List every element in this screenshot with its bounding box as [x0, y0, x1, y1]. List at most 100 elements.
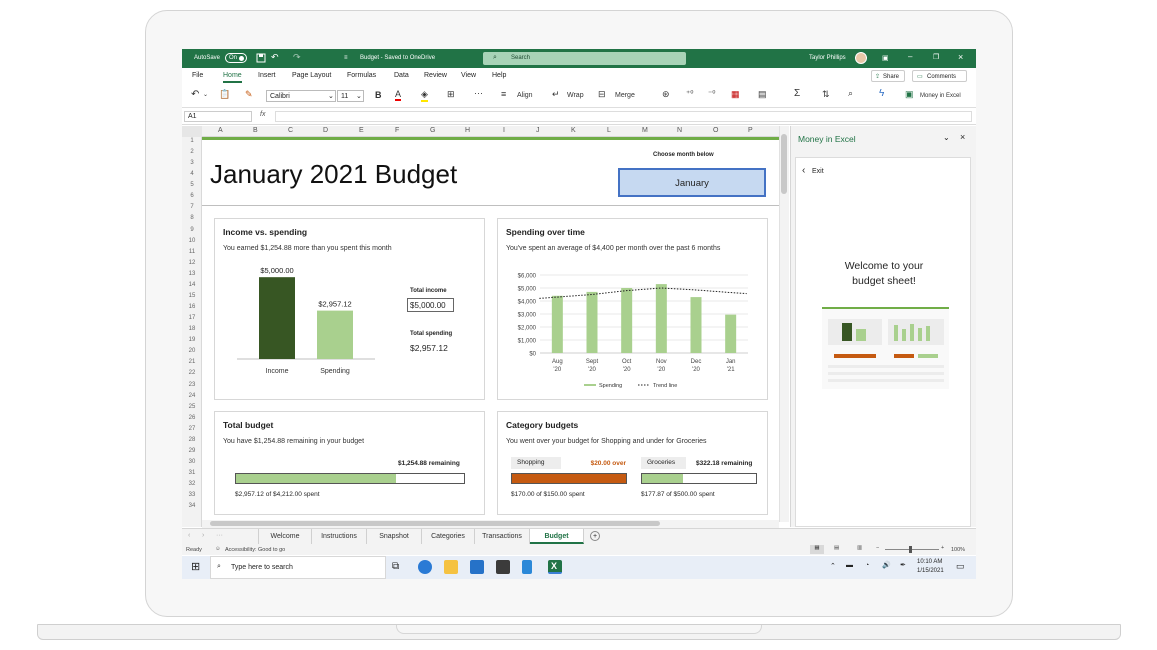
store-icon[interactable]	[496, 560, 510, 574]
merge-button[interactable]: Merge	[615, 92, 635, 99]
tab-scroll-left-icon[interactable]: ‹	[188, 532, 190, 539]
fill-color-icon[interactable]: ◈	[421, 89, 428, 102]
column-header[interactable]: I	[503, 127, 505, 134]
borders-icon[interactable]: ⊞	[447, 89, 455, 100]
row-header[interactable]: 25	[182, 404, 202, 410]
mail-icon[interactable]	[470, 560, 484, 574]
battery-icon[interactable]: ▬	[846, 562, 853, 569]
row-header[interactable]: 14	[182, 282, 202, 288]
row-header[interactable]: 23	[182, 382, 202, 388]
align-button[interactable]: Align	[517, 92, 533, 99]
column-header[interactable]: N	[677, 127, 682, 134]
tab-insert[interactable]: Insert	[258, 72, 276, 79]
column-header[interactable]: J	[536, 127, 540, 134]
row-header[interactable]: 26	[182, 415, 202, 421]
volume-icon[interactable]: 🔊	[882, 561, 891, 569]
column-header[interactable]: B	[253, 127, 258, 134]
column-header[interactable]: C	[288, 127, 293, 134]
close-icon[interactable]: ×	[958, 52, 963, 62]
row-header[interactable]: 31	[182, 470, 202, 476]
tab-more-icon[interactable]: ···	[216, 532, 223, 539]
column-header[interactable]: O	[713, 127, 718, 134]
minimize-icon[interactable]: –	[908, 52, 912, 61]
fx-button[interactable]: fx	[260, 111, 265, 118]
column-header[interactable]: E	[359, 127, 364, 134]
file-explorer-icon[interactable]	[444, 560, 458, 574]
column-header[interactable]: K	[571, 127, 576, 134]
row-header[interactable]: 22	[182, 370, 202, 376]
chevron-left-icon[interactable]: ‹	[802, 165, 805, 176]
scroll-thumb[interactable]	[210, 521, 660, 526]
edge-icon[interactable]	[418, 560, 432, 574]
find-icon[interactable]: ⌕	[848, 88, 853, 99]
ribbon-display-icon[interactable]: ▣	[882, 54, 889, 62]
row-header[interactable]: 18	[182, 326, 202, 332]
network-icon[interactable]: ◔	[865, 562, 869, 569]
font-color-icon[interactable]: A	[395, 89, 402, 101]
row-header[interactable]: 17	[182, 315, 202, 321]
name-box[interactable]: A1	[184, 111, 252, 122]
merge-icon[interactable]: ⊟	[598, 89, 606, 100]
tab-data[interactable]: Data	[394, 72, 409, 79]
tab-view[interactable]: View	[461, 72, 476, 79]
row-header[interactable]: 3	[182, 160, 202, 166]
zoom-out-icon[interactable]: −	[876, 545, 879, 551]
redo-icon[interactable]: ↷	[293, 52, 301, 63]
scroll-thumb[interactable]	[781, 134, 787, 194]
decrease-decimal-icon[interactable]: ⁻⁰	[708, 89, 715, 98]
column-header[interactable]: L	[607, 127, 611, 134]
font-size-select[interactable]: 11 ⌄	[337, 90, 364, 102]
restore-icon[interactable]: ❐	[933, 53, 939, 61]
sheet-tab-snapshot[interactable]: Snapshot	[367, 529, 422, 544]
undo-icon[interactable]: ↶	[271, 52, 279, 63]
excel-taskbar-icon[interactable]: X	[548, 560, 562, 574]
row-header[interactable]: 11	[182, 249, 202, 255]
windows-start-icon[interactable]: ⊞	[191, 560, 200, 573]
chevron-up-icon[interactable]: ⌃	[830, 562, 836, 570]
column-header[interactable]: A	[218, 127, 223, 134]
tab-scroll-right-icon[interactable]: ›	[202, 532, 204, 539]
row-header[interactable]: 21	[182, 359, 202, 365]
tab-formulas[interactable]: Formulas	[347, 72, 376, 79]
autosave-toggle[interactable]: On	[225, 53, 247, 63]
zoom-in-icon[interactable]: +	[941, 545, 944, 551]
formula-input[interactable]	[275, 111, 972, 122]
select-all-corner[interactable]	[182, 126, 202, 137]
row-header[interactable]: 13	[182, 271, 202, 277]
bold-button[interactable]: B	[375, 90, 382, 100]
wrap-icon[interactable]: ↵	[552, 89, 560, 100]
conditional-format-icon[interactable]: ▦	[731, 89, 740, 100]
row-header[interactable]: 12	[182, 260, 202, 266]
align-icon[interactable]: ≡	[501, 89, 506, 99]
column-header[interactable]: H	[465, 127, 470, 134]
sheet-tab-budget[interactable]: Budget	[530, 529, 584, 544]
qat-more-icon[interactable]: ≡	[344, 55, 348, 61]
sheet-tab-welcome[interactable]: Welcome	[258, 529, 312, 544]
zoom-level[interactable]: 100%	[951, 547, 965, 553]
zoom-slider[interactable]	[885, 546, 939, 553]
increase-decimal-icon[interactable]: ⁺⁰	[686, 89, 693, 98]
row-header[interactable]: 30	[182, 459, 202, 465]
phone-icon[interactable]	[522, 560, 532, 574]
row-header[interactable]: 8	[182, 215, 202, 221]
accessibility-status[interactable]: Accessibility: Good to go	[225, 547, 285, 553]
title-search-box[interactable]: ⌕ Search	[483, 52, 686, 65]
sheet-tab-transactions[interactable]: Transactions	[475, 529, 530, 544]
column-header[interactable]: D	[323, 127, 328, 134]
notifications-icon[interactable]: ▭	[956, 561, 965, 572]
row-header[interactable]: 10	[182, 238, 202, 244]
row-header[interactable]: 9	[182, 227, 202, 233]
row-header[interactable]: 16	[182, 304, 202, 310]
row-header[interactable]: 27	[182, 426, 202, 432]
vertical-scrollbar[interactable]	[779, 126, 789, 522]
sheet-tab-categories[interactable]: Categories	[422, 529, 475, 544]
sort-filter-icon[interactable]: ⇅	[822, 89, 830, 100]
tab-review[interactable]: Review	[424, 72, 447, 79]
save-icon[interactable]	[256, 53, 266, 63]
ideas-icon[interactable]: ϟ	[879, 88, 884, 99]
clock-time[interactable]: 10:10 AM	[917, 559, 942, 565]
close-icon[interactable]: ×	[960, 132, 965, 142]
zoom-slider-thumb[interactable]	[909, 546, 912, 553]
row-header[interactable]: 24	[182, 393, 202, 399]
number-format-icon[interactable]: ⊛	[662, 89, 670, 100]
